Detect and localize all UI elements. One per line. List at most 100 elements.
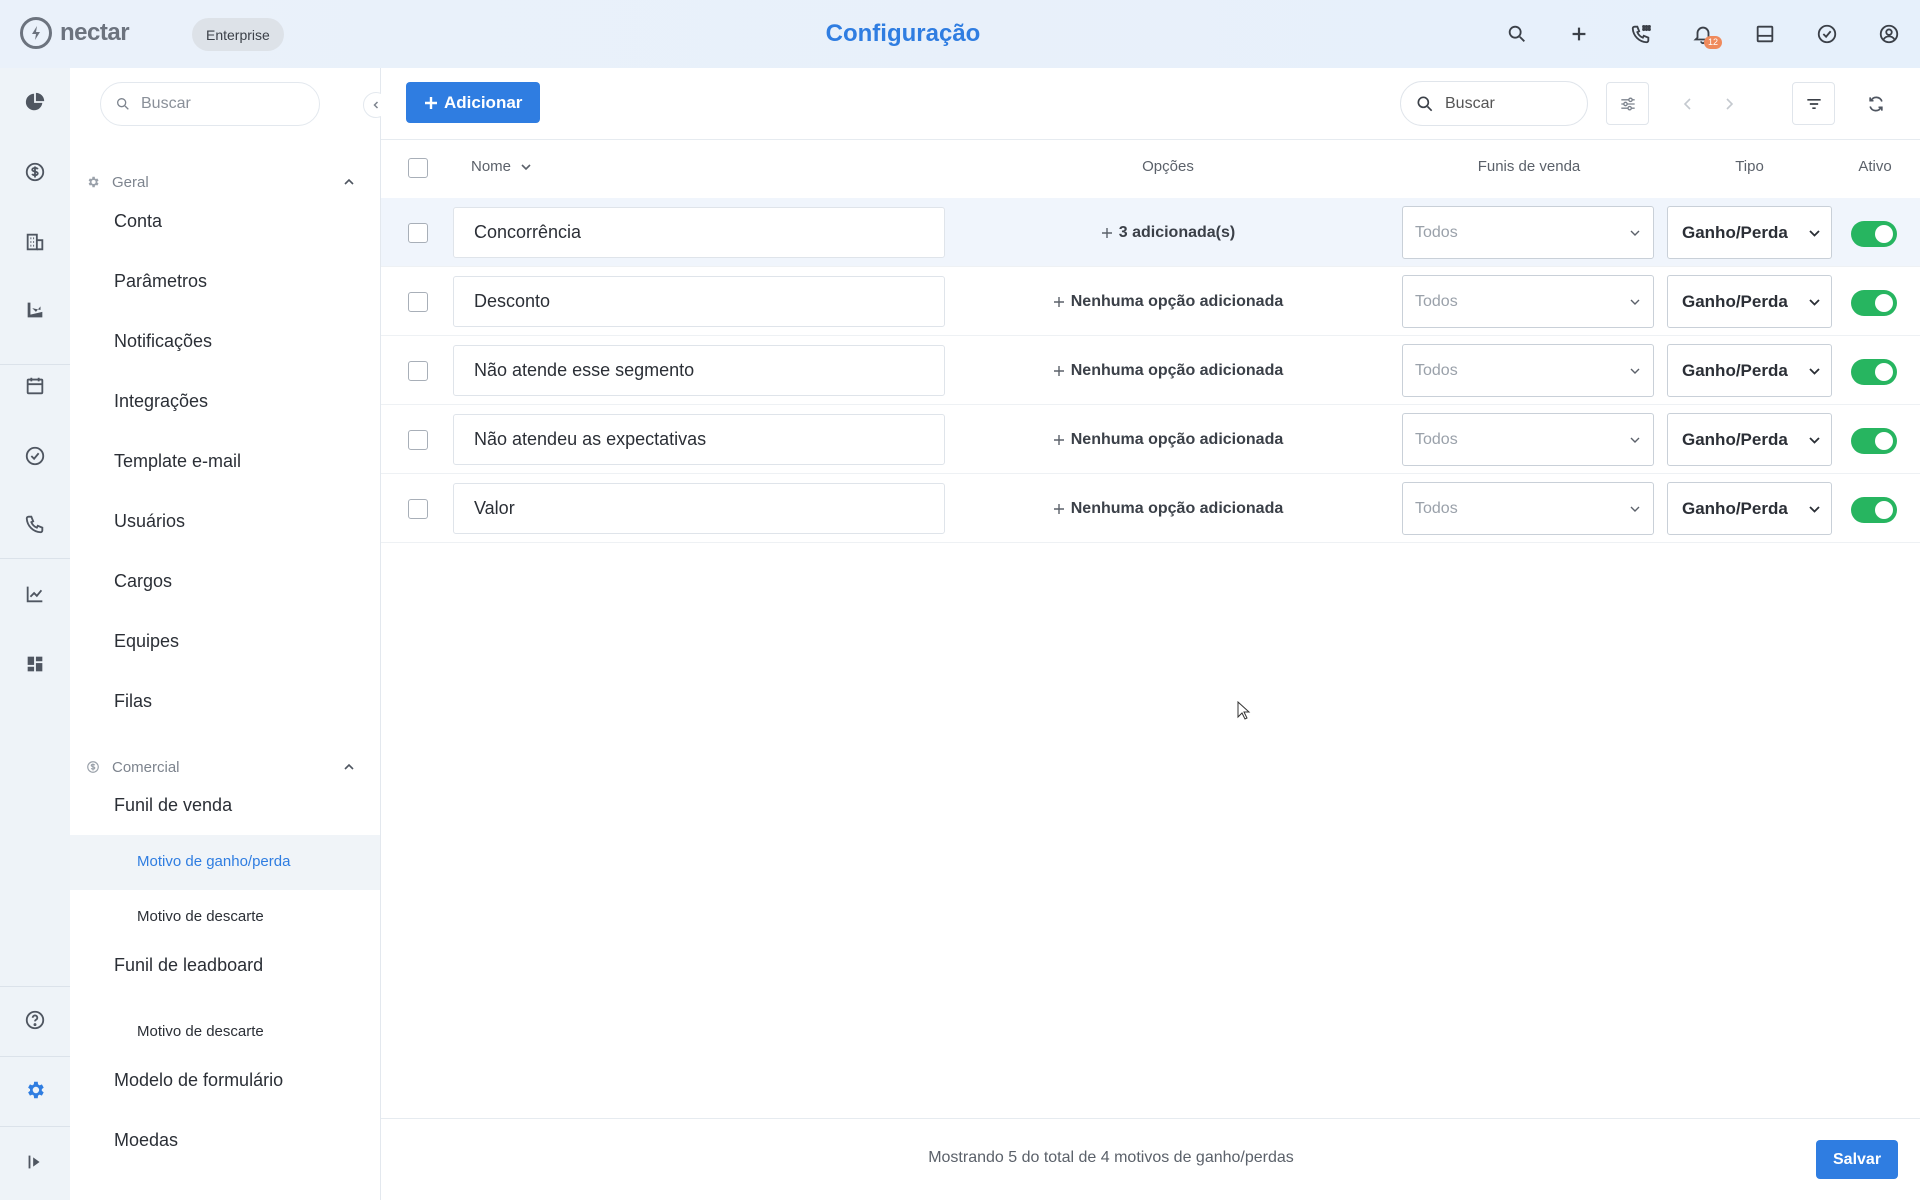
type-select[interactable]: Ganho/Perda [1667, 275, 1832, 328]
row-checkbox[interactable] [408, 223, 428, 243]
create-button[interactable] [1548, 14, 1610, 54]
type-select[interactable]: Ganho/Perda [1667, 482, 1832, 535]
previous-page-button[interactable] [1670, 82, 1706, 125]
select-all-checkbox[interactable] [408, 158, 428, 178]
chevron-left-icon [373, 101, 379, 109]
rail-funnel[interactable] [19, 294, 51, 326]
type-select-value: Ganho/Perda [1682, 498, 1788, 518]
profile-button[interactable] [1858, 14, 1920, 54]
row-checkbox[interactable] [408, 499, 428, 519]
type-select[interactable]: Ganho/Perda [1667, 344, 1832, 397]
tasks-button[interactable] [1796, 14, 1858, 54]
funnel-select[interactable]: Todos [1402, 344, 1654, 397]
sidebar-item-leadboard-motivo-descarte[interactable]: Motivo de descarte [137, 1017, 264, 1047]
rail-expand[interactable] [19, 1146, 51, 1178]
options-text: Nenhuma opção adicionada [1070, 430, 1284, 448]
funnel-select[interactable]: Todos [1402, 482, 1654, 535]
options-link[interactable]: Nenhuma opção adicionada [945, 336, 1391, 405]
active-toggle[interactable] [1851, 428, 1897, 454]
active-toggle[interactable] [1851, 221, 1897, 247]
funnel-select[interactable]: Todos [1402, 206, 1654, 259]
advanced-filter-button[interactable] [1606, 82, 1649, 125]
row-checkbox[interactable] [408, 361, 428, 381]
options-link[interactable]: Nenhuma opção adicionada [945, 267, 1391, 336]
rail-companies[interactable] [19, 226, 51, 258]
options-link[interactable]: Nenhuma opção adicionada [945, 405, 1391, 474]
type-select[interactable]: Ganho/Perda [1667, 206, 1832, 259]
options-link[interactable]: Nenhuma opção adicionada [945, 474, 1391, 543]
rail-calls[interactable] [19, 508, 51, 540]
table-row: Não atende esse segmento Nenhuma opção a… [381, 336, 1920, 405]
sidebar-item-moedas[interactable]: Moedas [114, 1125, 178, 1155]
search-button[interactable] [1486, 14, 1548, 54]
section-comercial[interactable]: Comercial [86, 752, 366, 782]
funnel-select[interactable]: Todos [1402, 413, 1654, 466]
sidebar-item-integracoes[interactable]: Integrações [114, 386, 208, 416]
sidebar-item-notificacoes[interactable]: Notificações [114, 326, 212, 356]
table-row: Não atendeu as expectativas Nenhuma opçã… [381, 405, 1920, 474]
reason-name-input[interactable]: Valor [453, 483, 945, 534]
active-toggle[interactable] [1851, 497, 1897, 523]
active-toggle[interactable] [1851, 359, 1897, 385]
sidebar-item-funil-de-leadboard[interactable]: Funil de leadboard [114, 950, 263, 980]
reason-name-input[interactable]: Não atendeu as expectativas [453, 414, 945, 465]
row-checkbox[interactable] [408, 430, 428, 450]
sidebar-item-modelo-formulario[interactable]: Modelo de formulário [114, 1065, 283, 1095]
sidebar-search-input[interactable] [141, 95, 291, 113]
line-chart-icon [26, 586, 43, 603]
sidebar-item-cargos[interactable]: Cargos [114, 566, 172, 596]
save-button[interactable]: Salvar [1816, 1140, 1899, 1179]
rail-dashboard[interactable] [19, 86, 51, 118]
type-select-value: Ganho/Perda [1682, 222, 1788, 242]
row-checkbox[interactable] [408, 292, 428, 312]
dollar-circle-icon [25, 162, 45, 182]
reason-name-input[interactable]: Desconto [453, 276, 945, 327]
rail-calendar[interactable] [19, 370, 51, 402]
chevron-down-icon [1808, 434, 1821, 447]
rail-sales[interactable] [19, 156, 51, 188]
plus-icon [1053, 503, 1064, 514]
chart-triangle-icon [27, 302, 43, 318]
funnel-select[interactable]: Todos [1402, 275, 1654, 328]
active-toggle[interactable] [1851, 290, 1897, 316]
rail-apps[interactable] [19, 648, 51, 680]
section-geral[interactable]: Geral [86, 167, 366, 197]
chevron-up-icon [342, 760, 356, 774]
chevron-right-icon [1726, 97, 1734, 110]
options-text: Nenhuma opção adicionada [1070, 292, 1284, 310]
type-select[interactable]: Ganho/Perda [1667, 413, 1832, 466]
refresh-button[interactable] [1858, 82, 1894, 125]
table-search-input[interactable] [1445, 94, 1575, 113]
table-search[interactable] [1400, 81, 1588, 126]
notifications-button[interactable]: 12 [1672, 14, 1734, 54]
sidebar-item-motivo-ganho-perda[interactable]: Motivo de ganho/perda [137, 847, 290, 877]
options-link[interactable]: 3 adicionada(s) [945, 198, 1391, 267]
phone-icon [25, 515, 44, 534]
sidebar-item-parametros[interactable]: Parâmetros [114, 266, 207, 296]
sidebar-item-conta[interactable]: Conta [114, 206, 162, 236]
sidebar-item-usuarios[interactable]: Usuários [114, 506, 185, 536]
sliders-icon [1620, 97, 1635, 110]
rail-help[interactable] [19, 1004, 51, 1036]
rail-tasks[interactable] [19, 440, 51, 472]
sidebar-item-template-email[interactable]: Template e-mail [114, 446, 241, 476]
rail-settings[interactable] [19, 1074, 51, 1106]
add-button[interactable]: Adicionar [406, 82, 541, 123]
search-icon [117, 98, 129, 110]
phone-dialer-button[interactable] [1610, 14, 1672, 54]
sidebar-search[interactable] [100, 82, 320, 126]
column-name-header[interactable]: Nome [471, 158, 533, 175]
sidebar-item-equipes[interactable]: Equipes [114, 626, 179, 656]
chevron-left-icon [1683, 97, 1691, 110]
sidebar-item-filas[interactable]: Filas [114, 686, 152, 716]
reason-name-input[interactable]: Não atende esse segmento [453, 345, 945, 396]
next-page-button[interactable] [1711, 82, 1747, 125]
sort-button[interactable] [1792, 82, 1835, 125]
sidebar-item-motivo-descarte[interactable]: Motivo de descarte [137, 902, 264, 932]
sidebar-item-funil-de-venda[interactable]: Funil de venda [114, 790, 232, 820]
reason-name-input[interactable]: Concorrência [453, 207, 945, 258]
rail-reports[interactable] [19, 578, 51, 610]
building-icon [26, 233, 44, 251]
inbox-button[interactable] [1734, 14, 1796, 54]
type-select-value: Ganho/Perda [1682, 291, 1788, 311]
